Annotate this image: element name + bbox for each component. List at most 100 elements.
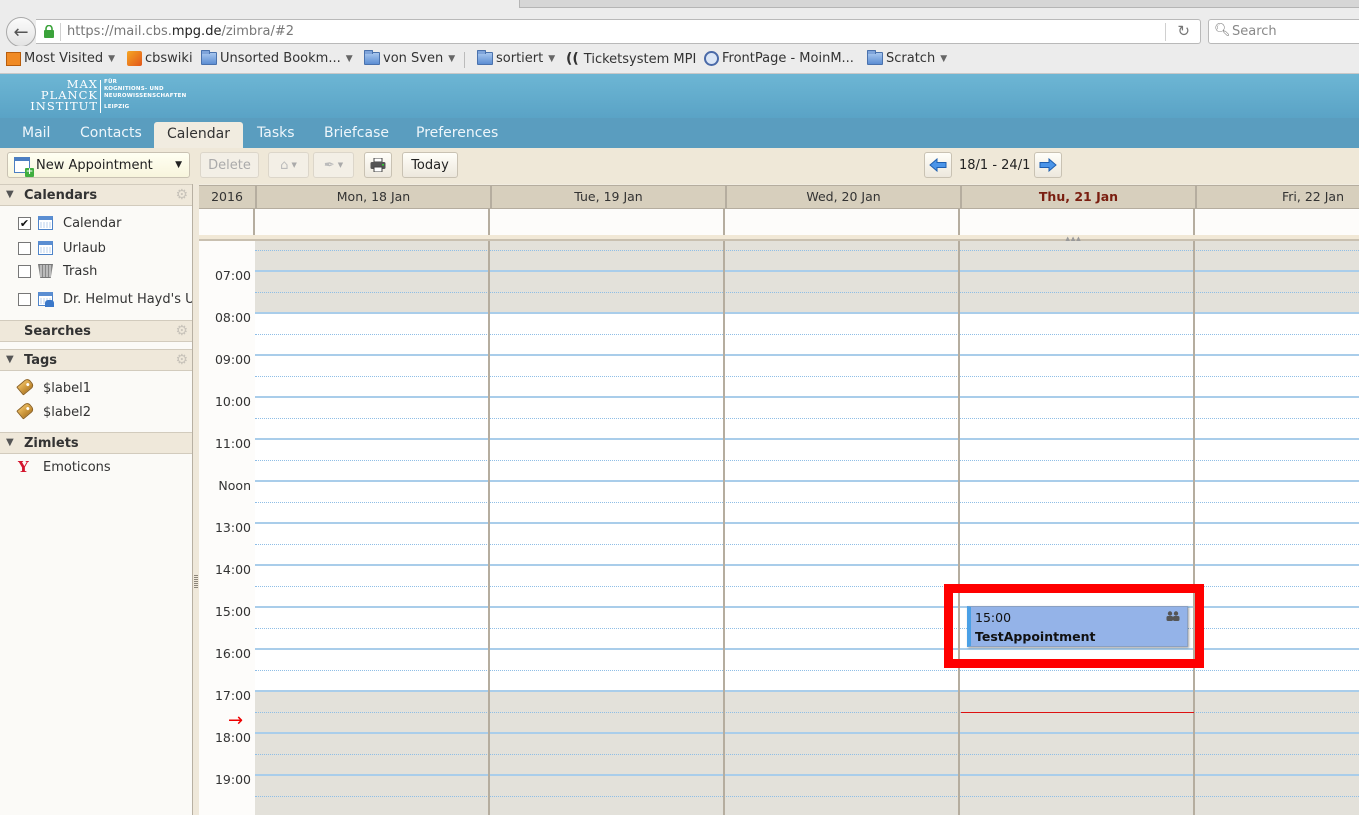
- url-bar[interactable]: https://mail.cbs.mpg.de/zimbra/#2 ↻: [36, 19, 1201, 44]
- new-appointment-button[interactable]: + New Appointment ▼: [7, 152, 190, 178]
- yahoo-icon: Y: [18, 458, 29, 476]
- new-appointment-label: New Appointment: [36, 157, 153, 173]
- app-tabs: Mail Contacts Calendar Tasks Briefcase P…: [0, 118, 1359, 148]
- print-button[interactable]: [364, 152, 392, 178]
- calendar-checkbox[interactable]: [18, 242, 31, 255]
- tab-tasks[interactable]: Tasks: [244, 118, 308, 148]
- calendar-item-calendar[interactable]: ✔ Calendar: [0, 213, 192, 235]
- time-label: 19:00: [214, 772, 251, 787]
- reload-icon[interactable]: ↻: [1177, 22, 1190, 40]
- today-button[interactable]: Today: [402, 152, 458, 178]
- current-time-line: [961, 712, 1194, 713]
- tab-briefcase[interactable]: Briefcase: [311, 118, 402, 148]
- gear-icon[interactable]: ⚙: [175, 352, 188, 368]
- tag-button[interactable]: ✒ ▼: [313, 152, 354, 178]
- time-label: 11:00: [214, 436, 251, 451]
- browser-tab[interactable]: [0, 0, 520, 8]
- bookmark-frontpage[interactable]: FrontPage - MoinM...: [704, 51, 854, 66]
- tab-calendar[interactable]: Calendar: [154, 122, 243, 148]
- time-label: 07:00: [214, 268, 251, 283]
- browser-tab-strip: [0, 0, 1359, 8]
- section-title: Zimlets: [24, 436, 79, 451]
- back-button[interactable]: ←: [6, 17, 36, 47]
- bookmark-label: FrontPage - MoinM...: [722, 51, 854, 66]
- time-label: 09:00: [214, 352, 251, 367]
- bookmark-unsorted[interactable]: Unsorted Bookm... ▼: [201, 50, 353, 66]
- time-label: 16:00: [214, 646, 251, 661]
- delete-button[interactable]: Delete: [200, 152, 259, 178]
- bookmark-label: Scratch: [886, 51, 936, 66]
- bookmark-label: von Sven: [383, 51, 444, 66]
- section-title: Calendars: [24, 188, 98, 203]
- dropdown-arrow-icon[interactable]: ▼: [175, 160, 182, 170]
- previous-week-button[interactable]: [924, 152, 952, 178]
- calendar-icon: [38, 241, 53, 255]
- calendar-item-urlaub[interactable]: Urlaub: [0, 238, 192, 260]
- day-column-separator: [723, 241, 725, 815]
- day-header-mon[interactable]: Mon, 18 Jan: [255, 186, 490, 208]
- browser-navbar: ← https://mail.cbs.mpg.de/zimbra/#2 ↻ 🔍︎…: [0, 8, 1359, 47]
- lock-icon: [44, 25, 54, 38]
- printer-icon: [370, 158, 386, 172]
- search-icon: 🔍︎: [1214, 23, 1231, 38]
- collapse-triangle-icon[interactable]: ▼: [6, 437, 14, 448]
- calendar-checkbox[interactable]: [18, 293, 31, 306]
- bookmark-von-sven[interactable]: von Sven ▼: [364, 50, 455, 66]
- chevron-down-icon: ▼: [337, 161, 344, 169]
- chevron-down-icon: ▼: [548, 53, 556, 64]
- searches-section-header[interactable]: Searches ⚙: [0, 320, 192, 342]
- tab-preferences[interactable]: Preferences: [403, 118, 511, 148]
- collapse-triangle-icon[interactable]: ▼: [6, 354, 14, 365]
- all-day-row[interactable]: [199, 209, 1359, 235]
- current-time-arrow-icon: →: [228, 710, 244, 731]
- shared-calendar-icon: [38, 292, 54, 307]
- browser-search-input[interactable]: 🔍︎ Search: [1208, 19, 1359, 44]
- gear-icon[interactable]: ⚙: [175, 187, 188, 203]
- calendar-checkbox[interactable]: [18, 265, 31, 278]
- section-title: Searches: [24, 324, 91, 339]
- time-gutter: 07:00 08:00 09:00 10:00 11:00 Noon 13:00 14:00 1…: [199, 241, 255, 815]
- trash-icon: [38, 264, 53, 278]
- day-header-wed[interactable]: Wed, 20 Jan: [725, 186, 960, 208]
- tag-item[interactable]: $label2: [0, 402, 192, 424]
- bookmark-most-visited[interactable]: Most Visited ▼: [6, 51, 115, 66]
- bookmark-label: Ticketsystem MPI: [583, 51, 697, 67]
- tag-icon: [16, 402, 35, 420]
- logo-text: MAX PLANCK INSTITUT: [30, 77, 98, 113]
- bookmark-label: Unsorted Bookm...: [220, 51, 341, 66]
- chevron-down-icon: ▼: [108, 53, 116, 64]
- bookmark-ticketsystem[interactable]: (( Ticketsystem MPI: [566, 51, 696, 67]
- resize-grip-icon[interactable]: [194, 575, 198, 589]
- zimlets-section-header[interactable]: ▼ Zimlets: [0, 432, 192, 454]
- mpi-logo[interactable]: MAX PLANCK INSTITUT FÜR KOGNITIONS- UND NEUR…: [20, 78, 190, 114]
- day-header-thu-today[interactable]: Thu, 21 Jan: [960, 186, 1195, 208]
- sidebar: ▼ Calendars ⚙ ✔ Calendar Urlaub Trash Dr…: [0, 184, 193, 815]
- collapse-triangle-icon[interactable]: ▼: [6, 189, 14, 200]
- date-range-label: 18/1 - 24/1: [959, 158, 1031, 173]
- calendars-section-header[interactable]: ▼ Calendars ⚙: [0, 184, 192, 206]
- day-column-separator: [958, 241, 960, 815]
- zimlet-label: Emoticons: [43, 460, 111, 475]
- tab-mail[interactable]: Mail: [9, 118, 63, 148]
- day-header-tue[interactable]: Tue, 19 Jan: [490, 186, 725, 208]
- gear-icon[interactable]: ⚙: [175, 323, 188, 339]
- time-grid[interactable]: 15:00 TestAppointment: [255, 241, 1359, 815]
- next-week-button[interactable]: [1034, 152, 1062, 178]
- day-column-separator: [1193, 241, 1195, 815]
- day-header-fri[interactable]: Fri, 22 Jan: [1195, 186, 1359, 208]
- calendar-item-trash[interactable]: Trash: [0, 261, 192, 283]
- move-button[interactable]: ⌂ ▼: [268, 152, 309, 178]
- tab-contacts[interactable]: Contacts: [67, 118, 155, 148]
- calendar-checkbox[interactable]: ✔: [18, 217, 31, 230]
- bookmark-scratch[interactable]: Scratch ▼: [867, 50, 947, 66]
- zimlet-item-emoticons[interactable]: Y Emoticons: [0, 457, 192, 479]
- url-text[interactable]: https://mail.cbs.mpg.de/zimbra/#2: [67, 24, 294, 39]
- calendar-item-shared[interactable]: Dr. Helmut Hayd's Urlaub: [0, 289, 192, 311]
- bookmark-sortiert[interactable]: sortiert ▼: [477, 50, 556, 66]
- tag-item[interactable]: $label1: [0, 378, 192, 400]
- time-label: 08:00: [214, 310, 251, 325]
- time-label: 13:00: [214, 520, 251, 535]
- app-banner: MAX PLANCK INSTITUT FÜR KOGNITIONS- UND NEUR…: [0, 74, 1359, 118]
- tags-section-header[interactable]: ▼ Tags ⚙: [0, 349, 192, 371]
- bookmark-cbswiki[interactable]: cbswiki: [127, 51, 193, 66]
